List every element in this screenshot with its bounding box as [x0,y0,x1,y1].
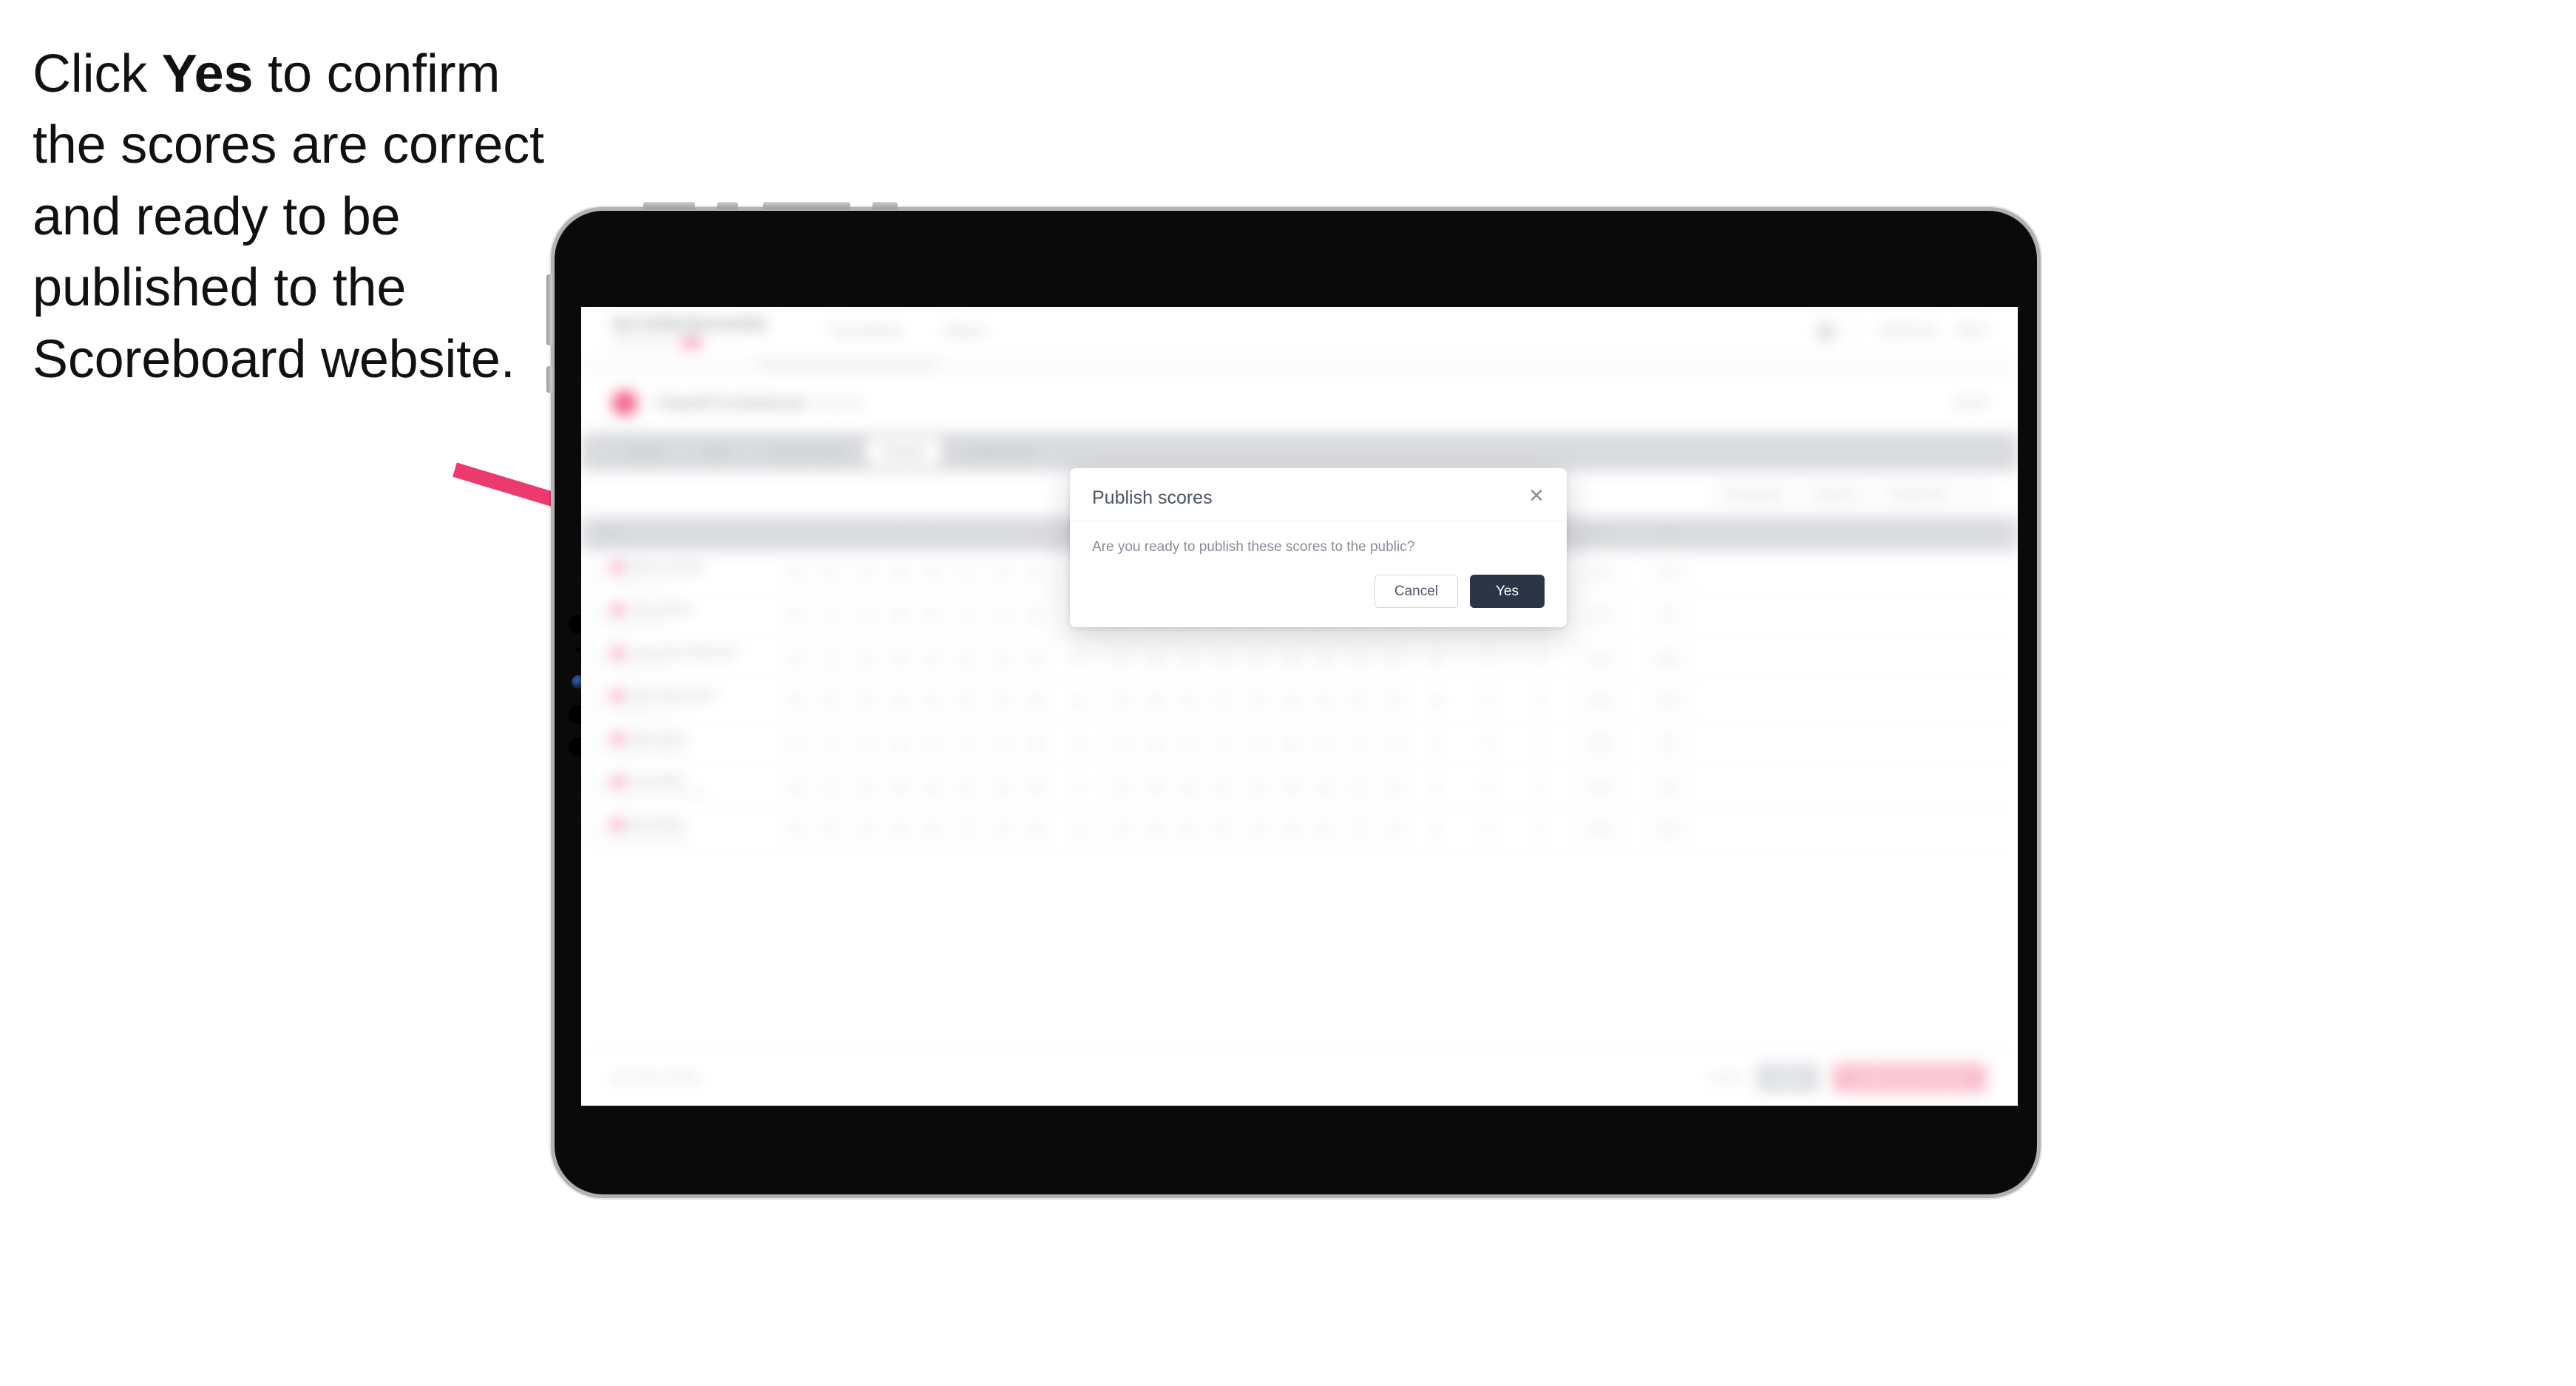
dialog-header: Publish scores ✕ [1070,468,1567,521]
device-screen: SCOREBOARD POWERED BY Tournaments Player… [581,307,2018,1106]
cancel-button[interactable]: Cancel [1374,575,1458,608]
dialog-footer: Cancel Yes [1070,560,1567,627]
yes-button[interactable]: Yes [1470,575,1545,608]
modal-layer: Publish scores ✕ Are you ready to publis… [581,307,2018,1106]
device-sensor-dot [575,647,580,652]
device-power-button[interactable] [546,366,552,393]
device-top-button-1[interactable] [643,202,695,209]
caption-bold-yes: Yes [161,44,254,104]
tablet-device: SCOREBOARD POWERED BY Tournaments Player… [546,202,2041,1198]
publish-scores-dialog: Publish scores ✕ Are you ready to publis… [1070,468,1567,627]
dialog-body-text: Are you ready to publish these scores to… [1092,539,1415,555]
dialog-title: Publish scores [1092,487,1213,508]
device-top-button-4[interactable] [872,202,898,209]
screenshot-canvas: Click Yes to confirm the scores are corr… [0,0,2576,1386]
caption-text-pre: Click [33,44,162,104]
device-volume-button[interactable] [546,274,552,345]
device-top-button-3[interactable] [763,202,850,209]
close-icon[interactable]: ✕ [1525,484,1548,507]
instruction-caption: Click Yes to confirm the scores are corr… [33,38,580,395]
device-top-button-2[interactable] [717,202,738,209]
